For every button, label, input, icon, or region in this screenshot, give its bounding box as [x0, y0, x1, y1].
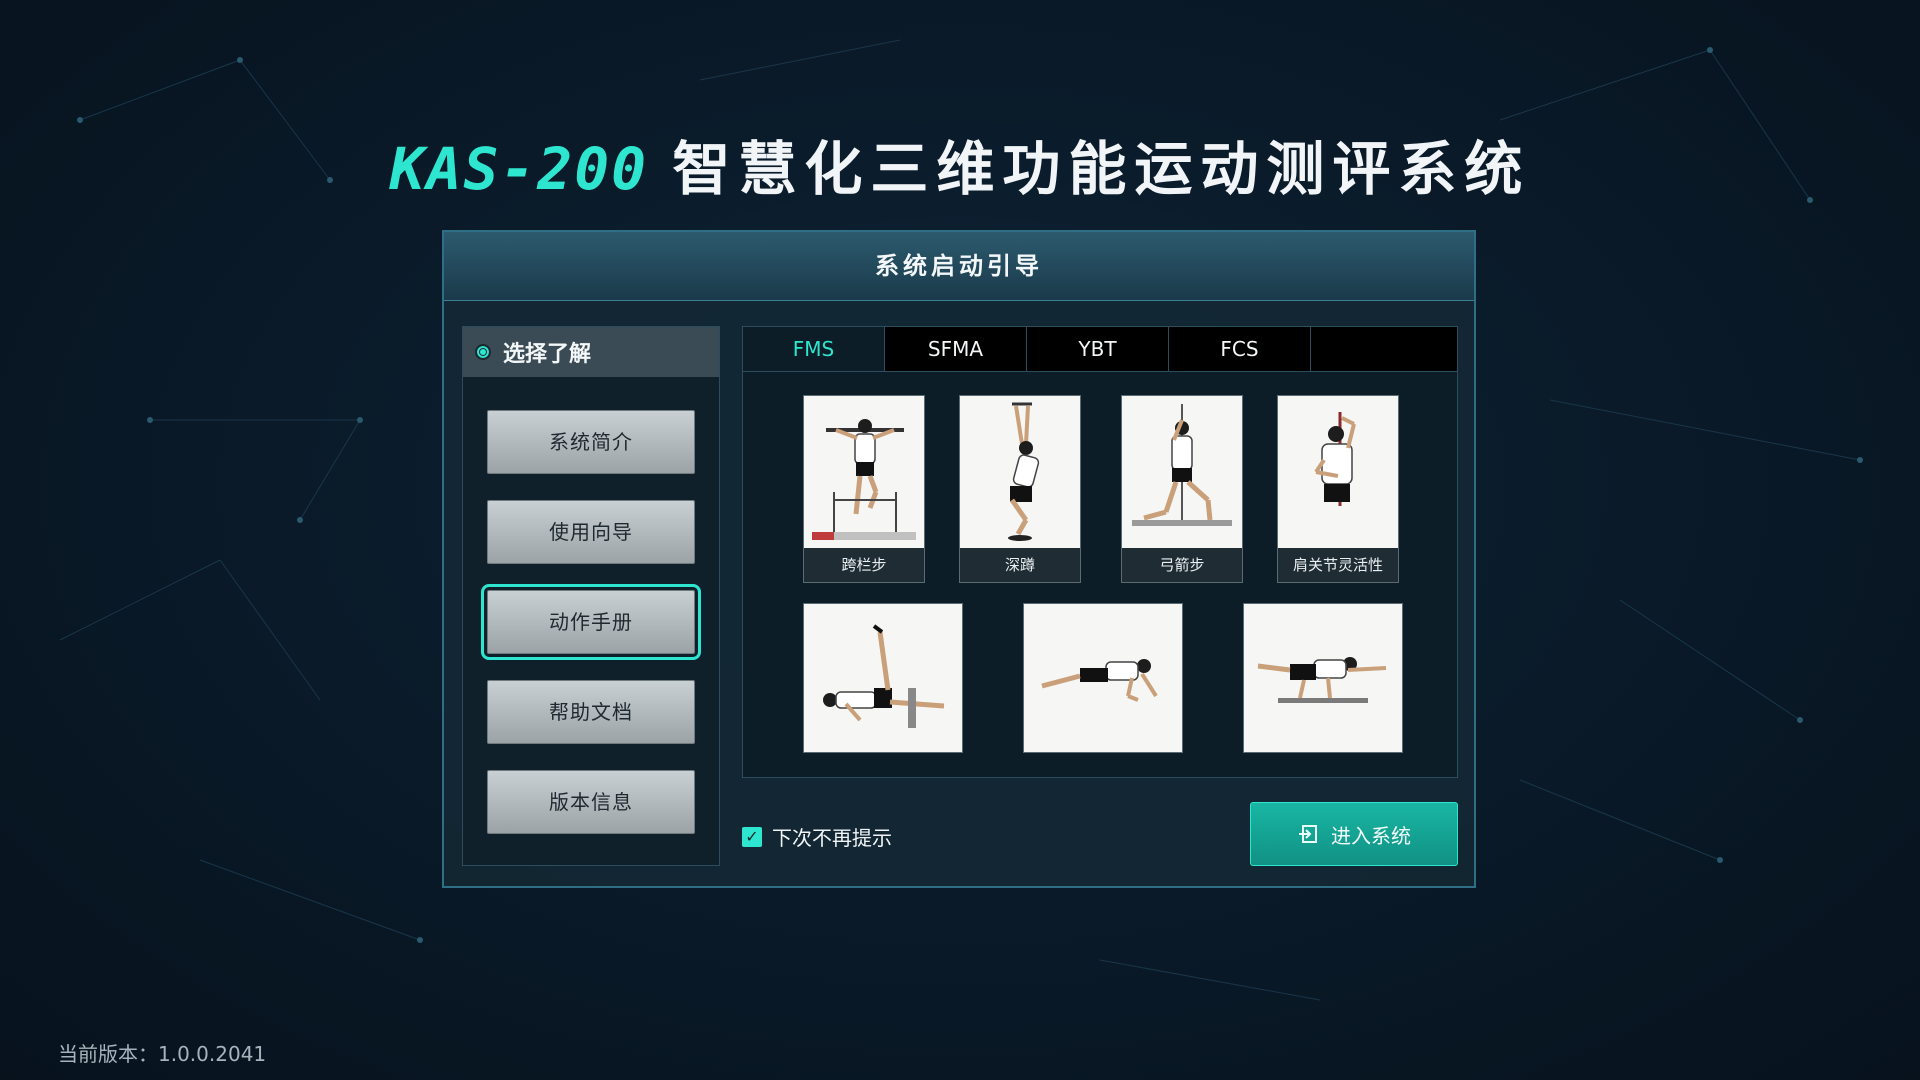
- card-rotary-stability[interactable]: [1243, 603, 1403, 753]
- push-up-icon: [1041, 659, 1158, 702]
- dialog-title: 系统启动引导: [444, 232, 1474, 301]
- app-title-model: KAS-200: [389, 135, 649, 203]
- hurdle-step-icon: [812, 419, 916, 540]
- deep-squat-icon: [1008, 402, 1040, 541]
- card-lunge[interactable]: 弓箭步: [1121, 395, 1243, 583]
- app-title-name: 智慧化三维功能运动测评系统: [672, 135, 1531, 203]
- card-label-hurdle-step: 跨栏步: [804, 548, 924, 582]
- card-deep-squat[interactable]: 深蹲: [959, 395, 1081, 583]
- dont-remind-label: 下次不再提示: [772, 826, 892, 850]
- tab-sfma[interactable]: SFMA: [885, 327, 1027, 371]
- dont-remind-checkbox-row[interactable]: ✓ 下次不再提示: [742, 822, 892, 851]
- tab-ybt[interactable]: YBT: [1027, 327, 1169, 371]
- card-shoulder-mobility[interactable]: 肩关节灵活性: [1277, 395, 1399, 583]
- nav-button-action-manual[interactable]: 动作手册: [481, 584, 701, 660]
- tab-bar-filler: [1311, 327, 1457, 371]
- card-push-up[interactable]: [1023, 603, 1183, 753]
- login-icon: [1299, 825, 1317, 843]
- card-label-shoulder-mobility: 肩关节灵活性: [1278, 548, 1398, 582]
- nav-button-version-info[interactable]: 版本信息: [487, 770, 695, 834]
- card-label-lunge: 弓箭步: [1122, 548, 1242, 582]
- version-text: 当前版本：1.0.0.2041: [58, 1042, 267, 1066]
- rotary-stability-icon: [1257, 657, 1387, 703]
- leg-raise-icon: [823, 624, 945, 728]
- card-leg-raise[interactable]: [803, 603, 963, 753]
- nav-header-label: 选择了解: [503, 342, 592, 367]
- nav-button-help-docs[interactable]: 帮助文档: [487, 680, 695, 744]
- shoulder-mobility-icon: [1314, 412, 1356, 506]
- nav-button-system-intro[interactable]: 系统简介: [487, 410, 695, 474]
- nav-panel: 选择了解 系统简介 使用向导 动作手册 帮助文档 版本信息: [462, 326, 720, 866]
- card-hurdle-step[interactable]: 跨栏步: [803, 395, 925, 583]
- checkbox-checked-icon[interactable]: ✓: [742, 826, 762, 847]
- radio-dot-icon: [475, 344, 491, 360]
- tab-fms[interactable]: FMS: [743, 327, 885, 371]
- app-title: KAS-200 智慧化三维功能运动测评系统: [0, 122, 1920, 206]
- nav-button-usage-guide[interactable]: 使用向导: [487, 500, 695, 564]
- nav-header: 选择了解: [463, 327, 719, 377]
- tab-fcs[interactable]: FCS: [1169, 327, 1311, 371]
- enter-system-button[interactable]: 进入系统: [1250, 802, 1458, 866]
- enter-system-label: 进入系统: [1331, 823, 1411, 848]
- startup-guide-dialog: 系统启动引导 选择了解 系统简介 使用向导 动作手册 帮助文档 版本信息 FMS…: [442, 230, 1476, 888]
- card-label-deep-squat: 深蹲: [960, 548, 1080, 582]
- lunge-icon: [1132, 404, 1232, 526]
- tab-bar: FMS SFMA YBT FCS: [743, 327, 1457, 372]
- content-panel: FMS SFMA YBT FCS 跨栏步 深蹲 弓箭步 肩关节灵活性: [742, 326, 1458, 778]
